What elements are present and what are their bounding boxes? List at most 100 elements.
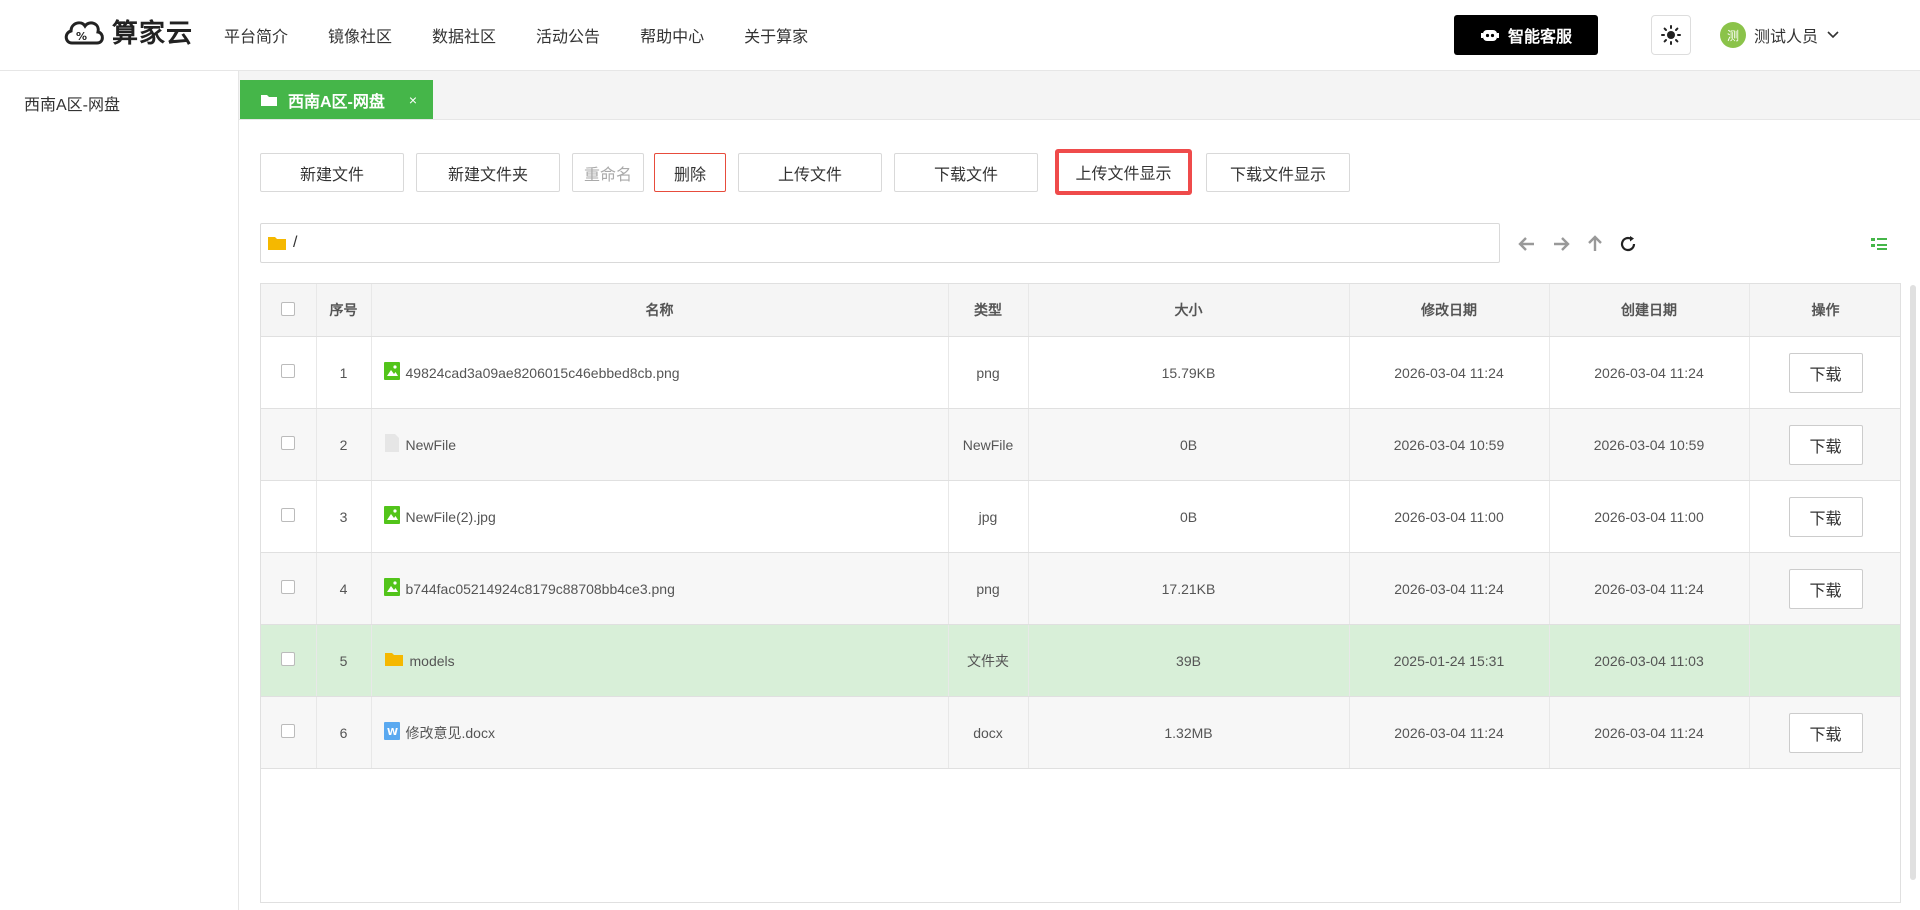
nav-item-help-center[interactable]: 帮助中心	[640, 23, 704, 47]
download-file-display-button[interactable]: 下载文件显示	[1206, 153, 1350, 192]
row-checkbox[interactable]	[281, 508, 296, 522]
row-checkbox[interactable]	[281, 724, 296, 738]
nav-item-platform-intro[interactable]: 平台简介	[224, 23, 288, 47]
row-created: 2026-03-04 11:00	[1549, 480, 1750, 553]
list-view-icon[interactable]	[1870, 236, 1888, 257]
row-created: 2026-03-04 10:59	[1549, 408, 1750, 481]
theme-toggle-button[interactable]	[1651, 15, 1691, 55]
row-name-cell[interactable]: models	[371, 624, 949, 697]
file-name[interactable]: NewFile	[406, 437, 457, 453]
row-modified: 2026-03-04 11:24	[1349, 696, 1550, 769]
table-row[interactable]: 6 W 修改意见.docx docx 1.32MB 2026-03-04 11:24 202…	[261, 696, 1900, 769]
logo-text: 算家云	[112, 18, 194, 48]
row-checkbox[interactable]	[281, 364, 296, 378]
forward-icon[interactable]	[1550, 234, 1572, 254]
new-file-button[interactable]: 新建文件	[260, 153, 404, 192]
nav-item-announcements[interactable]: 活动公告	[536, 23, 600, 47]
nav-item-data-community[interactable]: 数据社区	[432, 23, 496, 47]
close-icon[interactable]: ×	[409, 92, 417, 108]
row-action	[1749, 624, 1900, 697]
main-nav: 平台简介 镜像社区 数据社区 活动公告 帮助中心 关于算家	[224, 0, 848, 70]
row-type: NewFile	[948, 408, 1029, 481]
header-name[interactable]: 名称	[371, 284, 949, 337]
image-file-icon	[383, 506, 400, 527]
sidebar: 西南A区-网盘	[0, 71, 239, 910]
row-type: png	[948, 552, 1029, 625]
back-icon[interactable]	[1516, 234, 1538, 254]
row-name-cell[interactable]: NewFile(2).jpg	[371, 480, 949, 553]
row-checkbox[interactable]	[281, 580, 296, 594]
select-all-checkbox[interactable]	[281, 301, 296, 316]
logo[interactable]: % 算家云	[62, 13, 193, 50]
row-name-cell[interactable]: NewFile	[371, 408, 949, 481]
table-row[interactable]: 5 models 文件夹 39B 2025-01-24 15:31 2026-03-04 …	[261, 624, 1900, 697]
row-action: 下载	[1749, 336, 1900, 409]
path-value: /	[293, 234, 298, 251]
select-all-cell	[261, 284, 317, 337]
row-action: 下载	[1749, 408, 1900, 481]
smart-service-button[interactable]: 智能客服	[1454, 15, 1598, 55]
delete-button[interactable]: 删除	[654, 153, 726, 192]
download-button[interactable]: 下载	[1788, 424, 1863, 465]
svg-text:%: %	[76, 30, 87, 43]
rename-button[interactable]: 重命名	[572, 153, 644, 192]
row-size: 0B	[1028, 480, 1350, 553]
new-folder-button[interactable]: 新建文件夹	[416, 153, 560, 192]
image-file-icon	[383, 578, 400, 599]
row-created: 2026-03-04 11:24	[1549, 336, 1750, 409]
image-file-icon	[383, 362, 400, 383]
header-type[interactable]: 类型	[948, 284, 1029, 337]
file-name[interactable]: models	[410, 653, 455, 669]
table-row[interactable]: 1 49824cad3a09ae8206015c46ebbed8cb.png png…	[261, 336, 1900, 409]
row-checkbox[interactable]	[281, 652, 296, 666]
download-file-button[interactable]: 下载文件	[894, 153, 1038, 192]
upload-file-display-button[interactable]: 上传文件显示	[1055, 149, 1192, 195]
refresh-icon[interactable]	[1617, 234, 1639, 254]
row-size: 15.79KB	[1028, 336, 1350, 409]
nav-item-image-community[interactable]: 镜像社区	[328, 23, 392, 47]
up-icon[interactable]	[1584, 234, 1606, 254]
header-index: 序号	[316, 284, 372, 337]
folder-icon	[261, 94, 277, 106]
download-button[interactable]: 下载	[1788, 352, 1863, 393]
svg-text:W: W	[387, 727, 398, 738]
row-modified: 2026-03-04 11:24	[1349, 336, 1550, 409]
header-created[interactable]: 创建日期	[1549, 284, 1750, 337]
download-button[interactable]: 下载	[1788, 568, 1863, 609]
tab-southwest-a-drive[interactable]: 西南A区-网盘 ×	[240, 80, 433, 119]
header-modified[interactable]: 修改日期	[1349, 284, 1550, 337]
download-button[interactable]: 下载	[1788, 712, 1863, 753]
file-name[interactable]: NewFile(2).jpg	[406, 509, 496, 525]
upload-file-button[interactable]: 上传文件	[738, 153, 882, 192]
file-name[interactable]: 49824cad3a09ae8206015c46ebbed8cb.png	[406, 365, 680, 381]
table-scrollbar[interactable]	[1910, 285, 1916, 880]
row-action: 下载	[1749, 552, 1900, 625]
download-button[interactable]: 下载	[1788, 496, 1863, 537]
row-modified: 2026-03-04 10:59	[1349, 408, 1550, 481]
row-name-cell[interactable]: b744fac05214924c8179c88708bb4ce3.png	[371, 552, 949, 625]
row-name-cell[interactable]: W 修改意见.docx	[371, 696, 949, 769]
row-checkbox[interactable]	[281, 436, 296, 450]
row-action: 下载	[1749, 480, 1900, 553]
nav-item-about[interactable]: 关于算家	[744, 23, 808, 47]
row-index: 6	[316, 696, 372, 769]
row-select-cell	[261, 408, 317, 481]
table-row[interactable]: 3 NewFile(2).jpg jpg 0B 2026-03-04 11:00 2026…	[261, 480, 1900, 553]
user-menu[interactable]: 测 测试人员	[1720, 22, 1840, 48]
robot-icon	[1480, 30, 1499, 41]
row-size: 0B	[1028, 408, 1350, 481]
row-type: png	[948, 336, 1029, 409]
table-row[interactable]: 4 b744fac05214924c8179c88708bb4ce3.png png…	[261, 552, 1900, 625]
header-size[interactable]: 大小	[1028, 284, 1350, 337]
row-modified: 2026-03-04 11:00	[1349, 480, 1550, 553]
row-select-cell	[261, 480, 317, 553]
row-name-cell[interactable]: 49824cad3a09ae8206015c46ebbed8cb.png	[371, 336, 949, 409]
sun-icon	[1661, 25, 1681, 45]
row-type: jpg	[948, 480, 1029, 553]
path-bar[interactable]: /	[260, 223, 1500, 263]
file-name[interactable]: 修改意见.docx	[406, 723, 495, 743]
sidebar-item-southwest-a-drive[interactable]: 西南A区-网盘	[24, 91, 120, 115]
file-name[interactable]: b744fac05214924c8179c88708bb4ce3.png	[406, 581, 675, 597]
table-row[interactable]: 2 NewFile NewFile 0B 2026-03-04 10:59 2026-03…	[261, 408, 1900, 481]
row-created: 2026-03-04 11:24	[1549, 552, 1750, 625]
